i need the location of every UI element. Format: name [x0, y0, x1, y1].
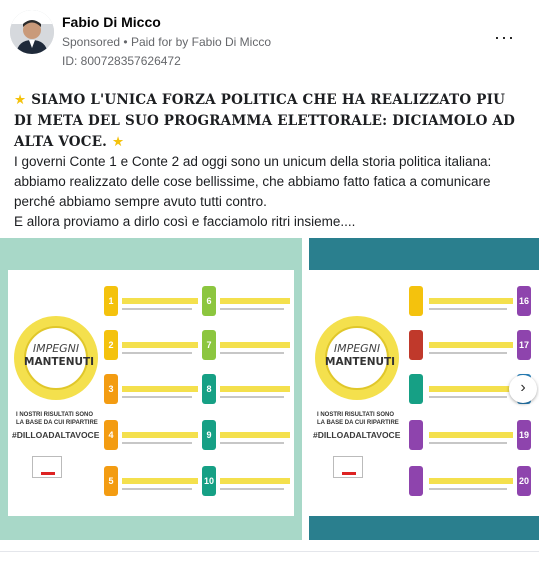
item-line	[220, 396, 284, 398]
item-number: 19	[517, 420, 531, 450]
item-number: 7	[202, 330, 216, 360]
ad-id: ID: 800728357626472	[62, 54, 181, 68]
author-name[interactable]: Fabio Di Micco	[62, 14, 161, 30]
m5s-logo	[333, 456, 363, 478]
m5s-logo	[32, 456, 62, 478]
item-number: 17	[517, 330, 531, 360]
subtitle-1: I NOSTRI RISULTATI SONO	[317, 412, 394, 418]
item-bar	[220, 478, 290, 484]
item-number-left	[409, 286, 423, 316]
post-body: I governi Conte 1 e Conte 2 ad oggi sono…	[14, 152, 529, 232]
infographic: IMPEGNI MANTENUTI I NOSTRI RISULTATI SON…	[309, 270, 539, 516]
item-bar	[429, 478, 513, 484]
item-number: 9	[202, 420, 216, 450]
post-header: Fabio Di Micco Sponsored • Paid for by F…	[10, 10, 529, 70]
chevron-right-icon[interactable]: ›	[509, 375, 537, 403]
body-line: abbiamo realizzato delle cose bellissime…	[14, 174, 491, 209]
item-bar	[220, 342, 290, 348]
item-line	[122, 308, 192, 310]
item-number: 4	[104, 420, 118, 450]
sponsored-label: Sponsored	[62, 35, 121, 49]
item-bar	[122, 298, 198, 304]
item-line	[220, 308, 284, 310]
item-number: 10	[202, 466, 216, 496]
item-line	[122, 352, 192, 354]
item-number-left	[409, 466, 423, 496]
item-number: 20	[517, 466, 531, 496]
subtitle-2: LA BASE DA CUI RIPARTIRE	[16, 420, 98, 426]
subtitle-1: I NOSTRI RISULTATI SONO	[16, 412, 93, 418]
item-bar	[220, 298, 290, 304]
paid-for-prefix: Paid for by	[130, 35, 189, 49]
body-line: E allora proviamo a dirlo così e facciam…	[14, 214, 356, 229]
item-line	[122, 488, 192, 490]
item-line	[122, 442, 192, 444]
item-number: 16	[517, 286, 531, 316]
item-bar	[122, 386, 198, 392]
item-number: 6	[202, 286, 216, 316]
item-bar	[220, 386, 290, 392]
mantenuti-text: MANTENUTI	[325, 356, 396, 368]
more-options-icon[interactable]: ···	[494, 28, 515, 46]
item-line	[220, 488, 284, 490]
infographic: IMPEGNI MANTENUTI I NOSTRI RISULTATI SON…	[8, 270, 294, 516]
item-number-left	[409, 420, 423, 450]
avatar[interactable]	[10, 10, 54, 54]
body-line: I governi Conte 1 e Conte 2 ad oggi sono…	[14, 154, 492, 169]
sponsored-post: Fabio Di Micco Sponsored • Paid for by F…	[0, 0, 539, 561]
post-headline: ★ SIAMO L'UNICA FORZA POLITICA CHE HA RE…	[14, 90, 526, 153]
item-line	[429, 396, 507, 398]
item-line	[220, 352, 284, 354]
item-bar	[429, 432, 513, 438]
impegni-text: IMPEGNI	[333, 342, 381, 355]
star-icon: ★	[14, 92, 27, 108]
item-bar	[429, 386, 513, 392]
item-bar	[122, 432, 198, 438]
sponsored-line: Sponsored • Paid for by Fabio Di Micco	[62, 35, 271, 49]
item-line	[122, 396, 192, 398]
separator: •	[123, 35, 128, 49]
item-bar	[220, 432, 290, 438]
impegni-text: IMPEGNI	[32, 342, 80, 355]
item-bar	[122, 342, 198, 348]
hashtag: #DILLOADALTAVOCE	[313, 430, 401, 440]
image-carousel[interactable]: IMPEGNI MANTENUTI I NOSTRI RISULTATI SON…	[0, 238, 539, 540]
hashtag: #DILLOADALTAVOCE	[12, 430, 100, 440]
carousel-image-2[interactable]: IMPEGNI MANTENUTI I NOSTRI RISULTATI SON…	[309, 238, 539, 540]
item-bar	[429, 298, 513, 304]
item-number: 2	[104, 330, 118, 360]
paid-for-name[interactable]: Fabio Di Micco	[192, 35, 271, 49]
item-number: 1	[104, 286, 118, 316]
item-number: 3	[104, 374, 118, 404]
item-line	[429, 308, 507, 310]
subtitle-2: LA BASE DA CUI RIPARTIRE	[317, 420, 399, 426]
item-line	[429, 442, 507, 444]
mantenuti-text: MANTENUTI	[24, 356, 95, 368]
item-line	[429, 488, 507, 490]
headline-text: SIAMO L'UNICA FORZA POLITICA CHE HA REAL…	[14, 92, 516, 150]
divider	[0, 551, 539, 552]
carousel-image-1[interactable]: IMPEGNI MANTENUTI I NOSTRI RISULTATI SON…	[0, 238, 302, 540]
item-line	[429, 352, 507, 354]
item-bar	[429, 342, 513, 348]
item-bar	[122, 478, 198, 484]
item-number: 5	[104, 466, 118, 496]
item-number: 8	[202, 374, 216, 404]
star-icon: ★	[112, 134, 125, 150]
item-number-left	[409, 374, 423, 404]
item-line	[220, 442, 284, 444]
item-number-left	[409, 330, 423, 360]
avatar-image	[10, 10, 54, 54]
